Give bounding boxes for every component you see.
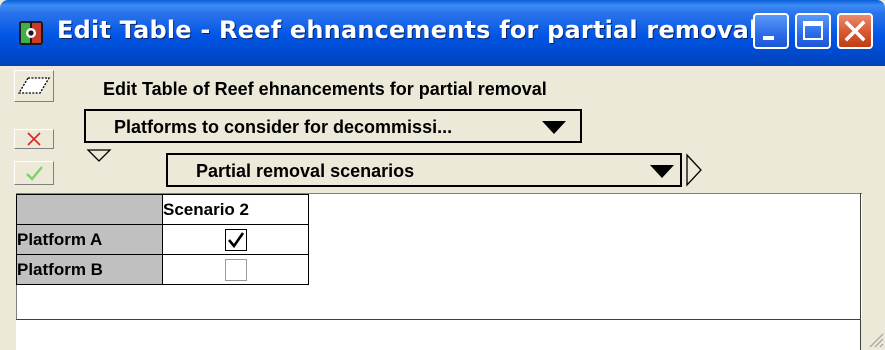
row-header: Platform B	[16, 254, 163, 285]
table-heading: Edit Table of Reef ehnancements for part…	[103, 79, 547, 99]
table-footer-area	[16, 319, 861, 350]
checkbox-unchecked[interactable]	[224, 258, 247, 281]
edit-table-grid: Scenario 2 Platform A Platform B	[16, 194, 309, 285]
table-row: Platform A	[16, 224, 309, 255]
close-button[interactable]	[837, 13, 873, 49]
corner-cell	[16, 194, 163, 225]
table-right-border	[860, 193, 861, 350]
row-index-dropdown[interactable]: Platforms to consider for decommissi...	[84, 109, 582, 143]
cancel-button[interactable]	[14, 129, 54, 149]
row-header: Platform A	[16, 224, 163, 255]
close-icon	[844, 20, 866, 42]
analytica-icon	[19, 21, 43, 45]
minimize-button[interactable]	[753, 13, 789, 49]
edit-parallelogram-icon	[17, 77, 51, 94]
row-index-dropdown-label: Platforms to consider for decommissi...	[114, 117, 453, 137]
window-title: Edit Table - Reef ehnancements for parti…	[57, 16, 758, 44]
column-header: Scenario 2	[162, 194, 309, 225]
column-index-dropdown[interactable]: Partial removal scenarios	[166, 153, 682, 187]
table-cell[interactable]	[162, 254, 309, 285]
x-cancel-icon	[27, 132, 41, 146]
column-index-dropdown-label: Partial removal scenarios	[196, 161, 415, 181]
title-bar[interactable]: Edit Table - Reef ehnancements for parti…	[0, 0, 885, 66]
pivot-down-triangle-icon[interactable]	[86, 148, 112, 164]
checkmark-accept-icon	[26, 166, 43, 181]
pivot-right-triangle-icon[interactable]	[685, 153, 703, 187]
checkmark-icon	[227, 231, 244, 248]
maximize-icon	[803, 21, 823, 40]
checkbox-checked[interactable]	[224, 228, 247, 251]
chevron-down-icon	[542, 121, 566, 134]
edit-table-window: Edit Table - Reef ehnancements for parti…	[0, 0, 885, 350]
table-cell[interactable]	[162, 224, 309, 255]
accept-button[interactable]	[14, 161, 54, 185]
resize-grip-icon[interactable]	[866, 330, 884, 348]
maximize-button[interactable]	[795, 13, 831, 49]
minimize-icon	[763, 36, 774, 40]
edit-mode-button[interactable]	[14, 70, 54, 102]
table-row: Platform B	[16, 254, 309, 285]
chevron-down-icon	[650, 165, 674, 178]
